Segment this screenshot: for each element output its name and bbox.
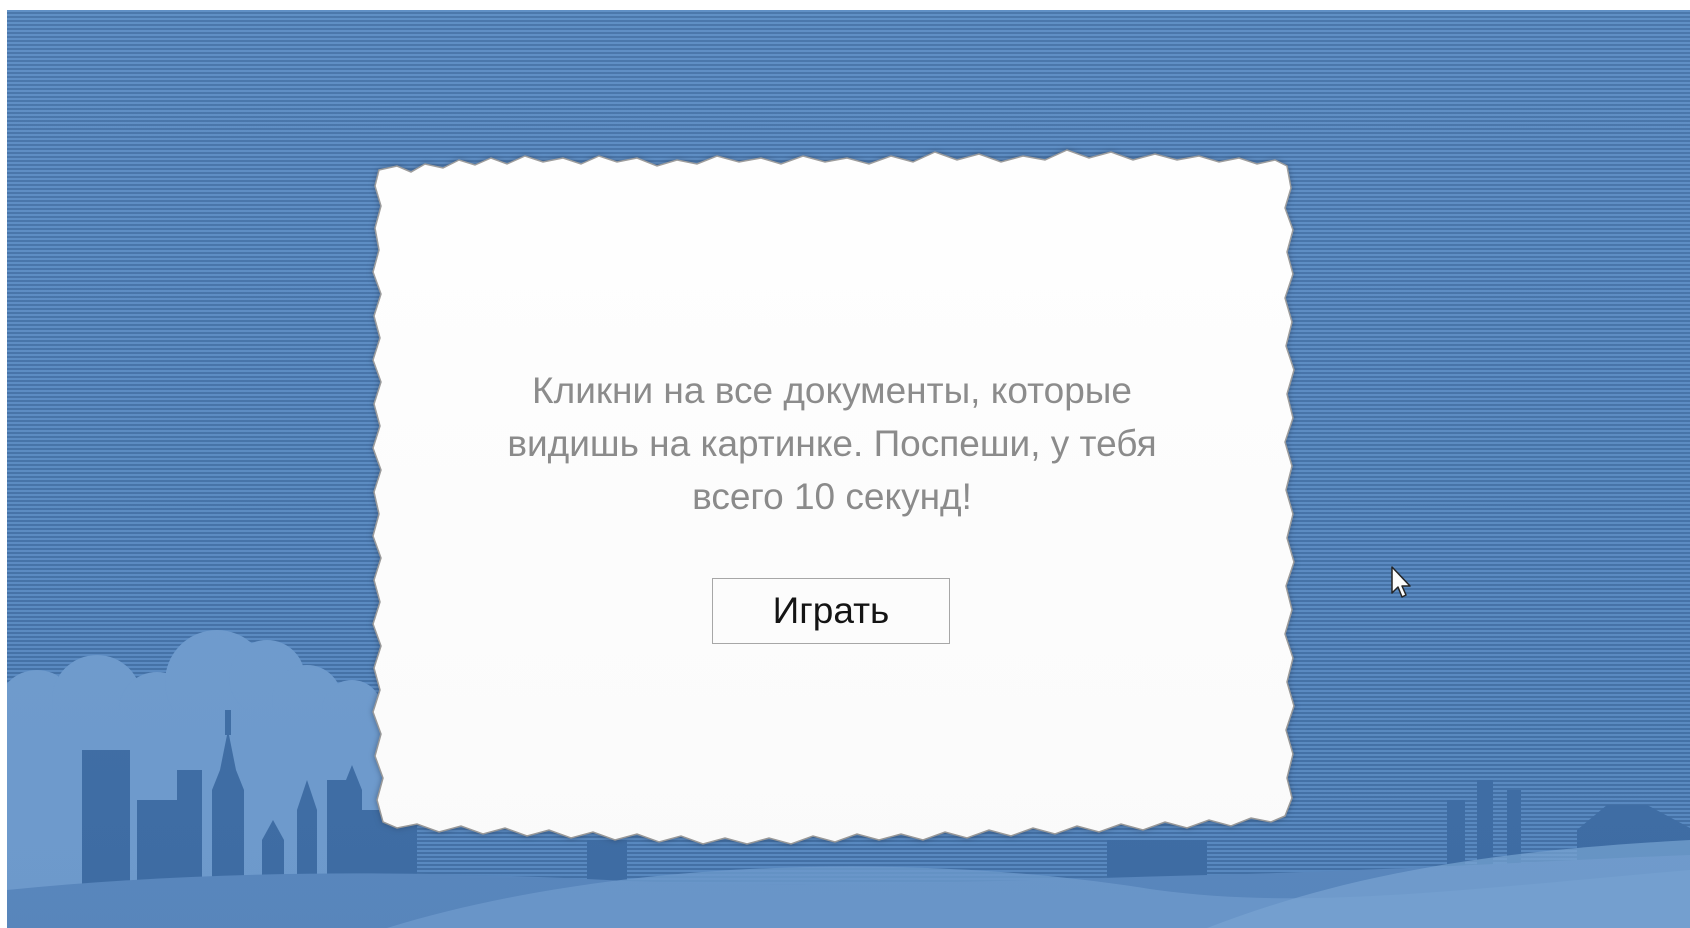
instructions-text: Кликни на все документы, которые видишь … bbox=[507, 370, 1157, 517]
dialog-content: Кликни на все документы, которые видишь … bbox=[367, 138, 1297, 860]
game-stage: Кликни на все документы, которые видишь … bbox=[7, 10, 1690, 928]
mouse-pointer-icon bbox=[1391, 566, 1411, 598]
play-button[interactable]: Играть bbox=[712, 578, 950, 644]
dialog-card: Кликни на все документы, которые видишь … bbox=[367, 138, 1297, 860]
